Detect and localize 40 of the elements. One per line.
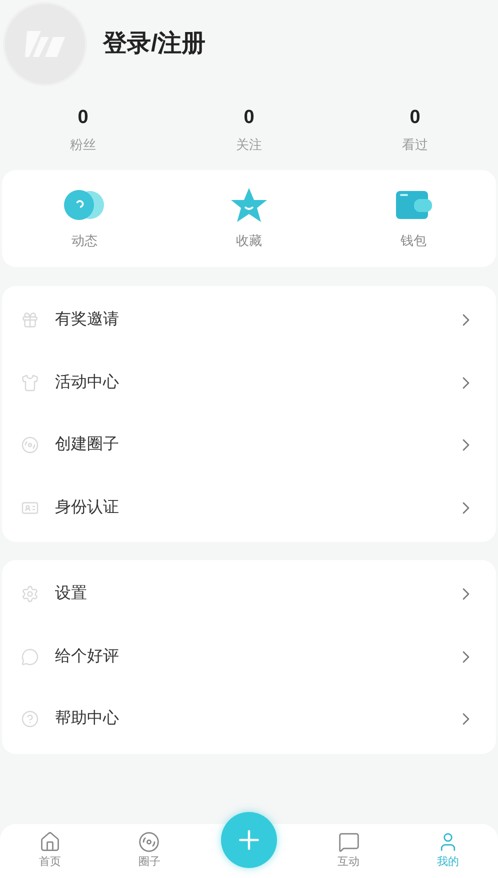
login-link[interactable]: 登录/注册	[103, 26, 206, 62]
home-icon	[38, 831, 61, 854]
stat-label[interactable]: 粉丝	[70, 134, 96, 154]
star-icon	[230, 186, 268, 223]
stat-label[interactable]: 关注	[236, 134, 262, 154]
menu-item[interactable]: 给个好评	[2, 626, 496, 688]
tab-item[interactable]: 圈子	[100, 824, 200, 878]
shortcut-label[interactable]: 钱包	[400, 230, 427, 250]
menu-item[interactable]: 创建圈子	[2, 414, 496, 476]
menu-label: 有奖邀请	[55, 310, 120, 330]
menu-label: 帮助中心	[55, 708, 120, 730]
stat-label[interactable]: 看过	[402, 134, 428, 154]
menu-item[interactable]: 帮助中心	[2, 688, 496, 750]
bubble-icon	[63, 190, 106, 220]
stat-value: 0	[78, 106, 88, 130]
spiral-icon	[138, 831, 160, 854]
help-icon	[21, 710, 39, 728]
shirt-icon	[21, 374, 39, 392]
menu-label: 给个好评	[55, 646, 120, 667]
menu-item[interactable]: 设置	[2, 563, 496, 626]
menu-label: 设置	[55, 584, 88, 604]
spiral-icon	[21, 436, 39, 454]
menu-label: 创建圈子	[55, 434, 120, 456]
tab-item[interactable]: 我的	[398, 824, 498, 878]
tab-item[interactable]: 互动	[298, 824, 398, 878]
menu-item[interactable]: 身份认证	[2, 476, 496, 539]
menu-item[interactable]: 活动中心	[2, 352, 496, 414]
menu-item[interactable]: 有奖邀请	[2, 289, 496, 352]
chat-icon	[338, 831, 360, 854]
wallet-icon	[396, 190, 432, 219]
menu-label: 身份认证	[55, 498, 120, 518]
stat-value: 0	[244, 106, 254, 130]
shortcut-label[interactable]: 收藏	[236, 230, 262, 250]
stat-value: 0	[410, 106, 420, 130]
gift-icon	[21, 311, 39, 330]
shortcut-label[interactable]: 动态	[71, 230, 98, 250]
chat-bubble-icon	[21, 648, 39, 666]
menu-label: 活动中心	[55, 372, 120, 393]
tab-item[interactable]: 首页	[0, 824, 100, 878]
gear-icon	[21, 585, 39, 604]
